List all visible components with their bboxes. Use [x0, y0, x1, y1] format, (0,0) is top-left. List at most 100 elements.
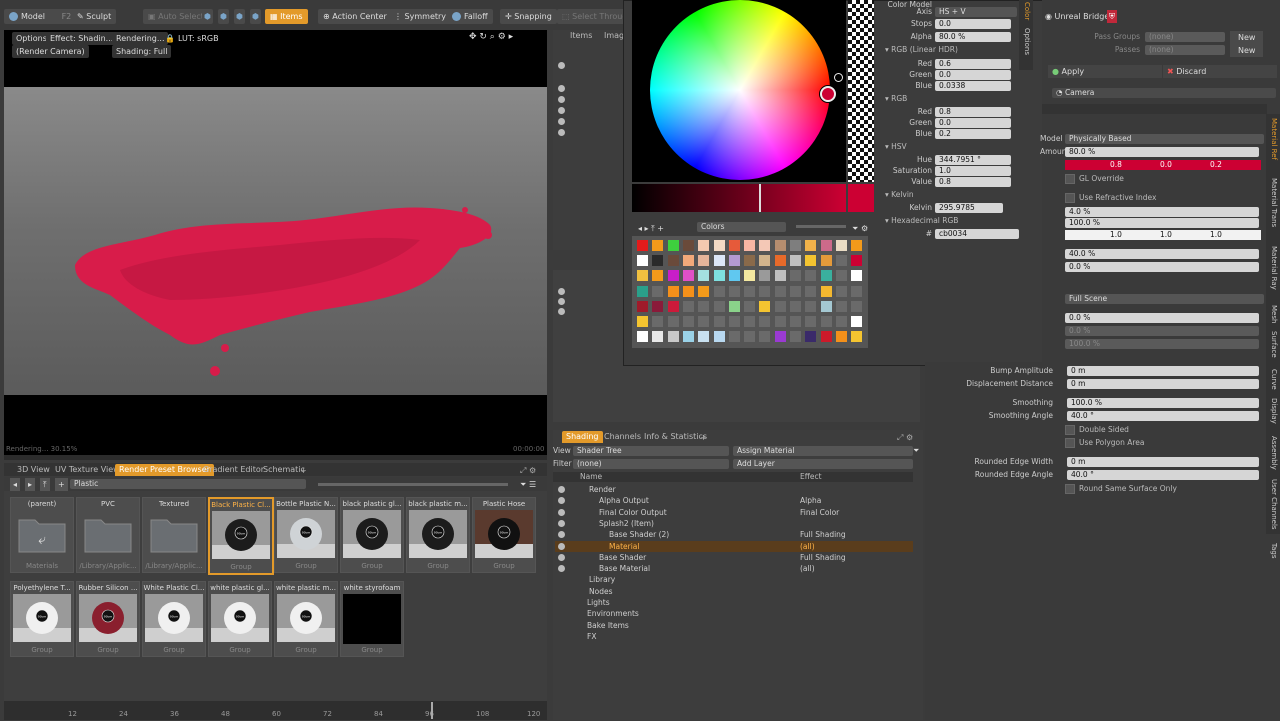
- palette-swatch[interactable]: [637, 316, 648, 327]
- shader-tree-row[interactable]: Render: [555, 484, 913, 495]
- palette-swatch[interactable]: [637, 331, 648, 343]
- filter-dropdown[interactable]: (none): [573, 459, 729, 469]
- palette-swatch[interactable]: [728, 270, 740, 282]
- add-shading-tab-icon[interactable]: +: [700, 431, 707, 444]
- linear-green-field[interactable]: 0.0: [935, 70, 1011, 80]
- side-tab-tags[interactable]: Tags: [1268, 543, 1278, 559]
- viewport-shading-dropdown[interactable]: Shading: Full: [112, 45, 172, 58]
- palette-swatch[interactable]: [637, 300, 648, 312]
- palette-swatch[interactable]: [820, 331, 832, 343]
- visibility-eye-icon[interactable]: [558, 508, 565, 516]
- hue-field[interactable]: 344.7951 °: [935, 155, 1011, 165]
- palette-swatch[interactable]: [774, 240, 786, 251]
- palette-swatch[interactable]: [713, 255, 725, 267]
- preset-item[interactable]: PVC/Library/Applic...: [76, 497, 140, 573]
- shader-tree-row[interactable]: Base Shader Full Shading: [555, 552, 913, 563]
- palette-swatch[interactable]: [698, 316, 710, 327]
- palette-swatch[interactable]: [759, 240, 771, 251]
- assign-material-dropdown[interactable]: Assign Material: [733, 446, 913, 456]
- palette-swatch[interactable]: [851, 285, 863, 297]
- preset-item[interactable]: Bottle Plastic N... 90cm Group: [274, 497, 338, 573]
- unreal-bridge-button[interactable]: ◉ Unreal Bridge: [1045, 10, 1109, 23]
- shader-tree-row[interactable]: Lights: [555, 597, 913, 608]
- lock-icon[interactable]: 🔒: [165, 32, 175, 45]
- palette-swatch[interactable]: [835, 300, 847, 312]
- kelvin-header[interactable]: ▾ Kelvin: [885, 190, 914, 200]
- palette-swatch[interactable]: [790, 331, 801, 343]
- property-field-2[interactable]: 0.0 %: [1065, 326, 1259, 336]
- tab-3d-view[interactable]: 3D View: [13, 464, 54, 476]
- shader-tree-row[interactable]: Alpha Output Alpha: [555, 495, 913, 506]
- palette-swatch[interactable]: [851, 270, 863, 282]
- palette-swatch[interactable]: [805, 300, 817, 312]
- apply-button[interactable]: ● Apply: [1048, 65, 1162, 78]
- preset-item[interactable]: white plastic gl... 90cm Group: [208, 581, 272, 657]
- passes-dropdown[interactable]: (none): [1145, 45, 1225, 55]
- items-button[interactable]: ▦ Items: [265, 9, 308, 24]
- color-wheel-marker[interactable]: [820, 86, 836, 102]
- polygon-mode-button[interactable]: ⬢: [234, 9, 245, 24]
- color-wheel-knob[interactable]: [834, 73, 843, 82]
- pass-groups-dropdown[interactable]: (none): [1145, 32, 1225, 42]
- palette-swatch[interactable]: [805, 255, 817, 267]
- hsv-header[interactable]: ▾ HSV: [885, 142, 907, 152]
- palette-swatch[interactable]: [667, 240, 679, 251]
- palette-swatch[interactable]: [698, 300, 710, 312]
- palette-swatch[interactable]: [652, 285, 664, 297]
- preset-item[interactable]: Polyethylene T... 90cm Group: [10, 581, 74, 657]
- palette-slider[interactable]: [796, 225, 846, 228]
- bridge-icon[interactable]: ⛨: [1107, 10, 1117, 23]
- rounded-angle-field[interactable]: 40.0 °: [1067, 470, 1259, 480]
- tab-channels[interactable]: Channels: [600, 431, 645, 443]
- palette-dropdown[interactable]: Colors: [697, 222, 786, 232]
- alpha-strip[interactable]: [848, 0, 874, 182]
- property-field-3[interactable]: 100.0 %: [1065, 339, 1259, 349]
- palette-swatch[interactable]: [835, 240, 847, 251]
- palette-swatch[interactable]: [652, 270, 664, 282]
- side-tab-material-ref[interactable]: Material Ref: [1268, 118, 1278, 160]
- snapping-button[interactable]: ✛ Snapping: [500, 9, 557, 24]
- palette-swatch[interactable]: [820, 270, 832, 282]
- hex-header[interactable]: ▾ Hexadecimal RGB: [885, 216, 958, 226]
- discard-button[interactable]: ✖ Discard: [1163, 65, 1277, 78]
- palette-swatch[interactable]: [652, 300, 664, 312]
- use-refractive-checkbox[interactable]: [1065, 193, 1075, 203]
- palette-swatch[interactable]: [805, 331, 817, 343]
- kelvin-field[interactable]: 295.9785: [935, 203, 1003, 213]
- hex-field[interactable]: cb0034: [935, 229, 1019, 239]
- palette-swatch[interactable]: [728, 300, 740, 312]
- palette-swatch[interactable]: [805, 285, 817, 297]
- thumbnail-size-slider[interactable]: [318, 483, 508, 486]
- palette-swatch[interactable]: [790, 316, 801, 327]
- palette-swatch[interactable]: [698, 255, 710, 267]
- palette-swatch[interactable]: [851, 255, 863, 267]
- material-model-dropdown[interactable]: Physically Based: [1065, 134, 1264, 144]
- visibility-eye-icon[interactable]: [558, 308, 565, 315]
- filter-icon[interactable]: ⏷ ☰: [520, 478, 536, 491]
- specular-amount-field[interactable]: 4.0 %: [1065, 207, 1259, 217]
- preset-item[interactable]: Plastic Hose 90cm Group: [472, 497, 536, 573]
- palette-swatch[interactable]: [744, 331, 756, 343]
- preset-item[interactable]: white plastic m... 90cm Group: [274, 581, 338, 657]
- palette-swatch[interactable]: [790, 240, 801, 251]
- palette-swatch[interactable]: [774, 270, 786, 282]
- up-folder-icon[interactable]: ⤒: [40, 478, 50, 491]
- visibility-eye-icon[interactable]: [558, 85, 565, 92]
- palette-swatch[interactable]: [698, 240, 710, 251]
- preset-item[interactable]: Rubber Silicon ... 90cm Group: [76, 581, 140, 657]
- palette-swatch[interactable]: [698, 270, 710, 282]
- palette-swatch[interactable]: [682, 285, 694, 297]
- viewport-camera-dropdown[interactable]: (Render Camera): [12, 45, 89, 58]
- preset-item[interactable]: Textured/Library/Applic...: [142, 497, 206, 573]
- side-tab-assembly[interactable]: Assembly: [1268, 436, 1278, 470]
- rgb-header[interactable]: ▾ RGB: [885, 94, 907, 104]
- shader-tree-row[interactable]: FX: [555, 631, 913, 642]
- viewport-lut-label[interactable]: LUT: sRGB: [178, 32, 219, 45]
- palette-swatch[interactable]: [774, 300, 786, 312]
- value-strip[interactable]: [632, 184, 846, 212]
- shading-options-icon[interactable]: ⤢ ⚙: [897, 431, 913, 444]
- palette-swatch[interactable]: [637, 255, 648, 267]
- camera-dropdown[interactable]: ◔ Camera: [1052, 88, 1276, 98]
- palette-swatch[interactable]: [637, 285, 648, 297]
- palette-swatch[interactable]: [820, 300, 832, 312]
